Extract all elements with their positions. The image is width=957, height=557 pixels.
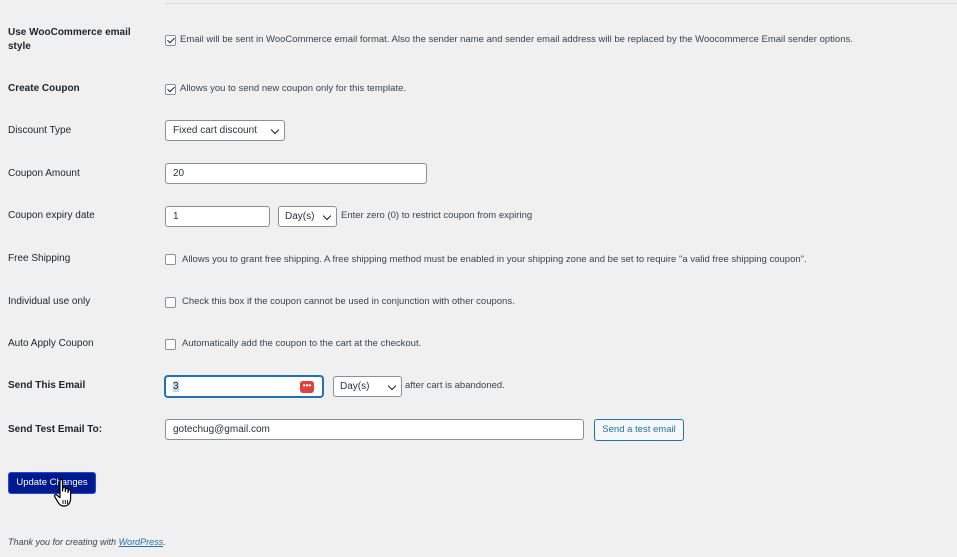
chevron-down-icon	[270, 125, 280, 134]
discount-type-value: Fixed cart discount	[173, 125, 257, 136]
discount-type-select[interactable]: Fixed cart discount	[165, 120, 285, 141]
wc-style-checkbox[interactable]	[165, 35, 176, 46]
coupon-expiry-input[interactable]: 1	[165, 206, 270, 227]
coupon-expiry-label: Coupon expiry date	[8, 210, 95, 221]
coupon-expiry-value: 1	[173, 211, 179, 222]
coupon-expiry-unit-value: Day(s)	[285, 211, 315, 222]
individual-use-label: Individual use only	[8, 296, 91, 307]
footer-credit: Thank you for creating with WordPress.	[8, 537, 166, 547]
wc-style-label-line2: style	[8, 41, 31, 52]
coupon-expiry-description: Enter zero (0) to restrict coupon from e…	[341, 210, 533, 221]
coupon-expiry-unit-select[interactable]: Day(s)	[278, 206, 337, 227]
create-coupon-label: Create Coupon	[8, 83, 80, 94]
coupon-amount-label: Coupon Amount	[8, 168, 80, 179]
coupon-amount-input[interactable]: 20	[165, 163, 427, 184]
create-coupon-checkbox[interactable]	[165, 84, 176, 95]
individual-use-description: Check this box if the coupon cannot be u…	[182, 296, 515, 307]
auto-apply-description: Automatically add the coupon to the cart…	[182, 338, 422, 349]
send-email-days-value: 3	[173, 381, 179, 392]
individual-use-checkbox[interactable]	[165, 297, 176, 308]
send-email-description: after cart is abandoned.	[405, 380, 505, 391]
password-manager-icon[interactable]: •••	[300, 380, 314, 393]
send-email-unit-select[interactable]: Day(s)	[333, 376, 402, 397]
send-email-label: Send This Email	[8, 380, 86, 391]
wordpress-link[interactable]: WordPress	[119, 537, 164, 547]
wc-style-label-line1: Use WooCommerce email	[8, 27, 131, 38]
wc-style-label: Use WooCommerce email style	[8, 26, 131, 54]
test-email-label: Send Test Email To:	[8, 424, 103, 435]
wc-style-description: Email will be sent in WooCommerce email …	[180, 34, 853, 45]
discount-type-label: Discount Type	[8, 125, 72, 136]
chevron-down-icon	[322, 211, 332, 220]
footer-text: Thank you for creating with	[8, 537, 119, 547]
chevron-down-icon	[387, 381, 397, 390]
section-divider	[165, 0, 957, 4]
send-email-days-input[interactable]: 3 •••	[165, 376, 323, 397]
create-coupon-description: Allows you to send new coupon only for t…	[180, 83, 407, 94]
test-email-value: gotechug@gmail.com	[173, 424, 270, 435]
test-email-input[interactable]: gotechug@gmail.com	[165, 419, 584, 440]
auto-apply-checkbox[interactable]	[165, 339, 176, 350]
hand-pointer-icon	[53, 478, 72, 507]
send-test-email-button[interactable]: Send a test email	[594, 419, 684, 441]
coupon-amount-value: 20	[173, 168, 185, 179]
free-shipping-checkbox[interactable]	[165, 254, 176, 265]
footer-suffix: .	[163, 537, 166, 547]
send-email-unit-value: Day(s)	[340, 381, 370, 392]
free-shipping-label: Free Shipping	[8, 253, 71, 264]
free-shipping-description: Allows you to grant free shipping. A fre…	[182, 254, 807, 265]
auto-apply-label: Auto Apply Coupon	[8, 338, 94, 349]
